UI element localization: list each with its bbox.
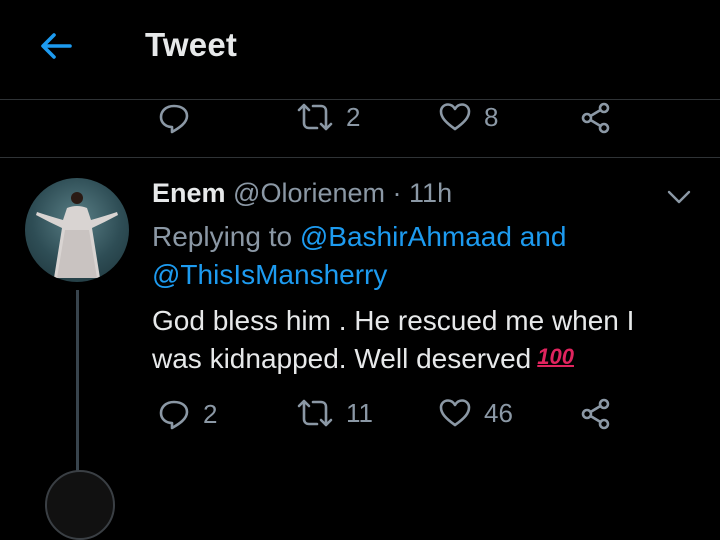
and-link[interactable]: and bbox=[520, 221, 567, 252]
display-name[interactable]: Enem bbox=[152, 178, 226, 208]
replying-to: Replying to @BashirAhmaad and @ThisIsMan… bbox=[152, 218, 692, 294]
page-title: Tweet bbox=[145, 26, 238, 63]
share-button[interactable] bbox=[579, 397, 613, 431]
tweet-text-line: God bless him . He rescued me when I bbox=[152, 305, 635, 336]
separator-dot: · bbox=[392, 178, 402, 208]
share-icon bbox=[581, 102, 610, 134]
retweet-button-top[interactable]: 2 bbox=[296, 101, 360, 133]
like-button[interactable]: 46 bbox=[438, 397, 513, 429]
thread-line bbox=[76, 290, 79, 471]
person-in-white-gown-image bbox=[36, 192, 118, 278]
tweet-text: God bless him . He rescued me when I was… bbox=[152, 302, 692, 380]
like-count: 8 bbox=[484, 101, 499, 132]
heart-icon bbox=[439, 103, 471, 131]
retweet-icon bbox=[297, 399, 333, 427]
replying-prefix: Replying to bbox=[152, 221, 293, 252]
retweet-count: 2 bbox=[346, 101, 361, 132]
user-handle[interactable]: @Olorienem bbox=[233, 178, 385, 208]
like-button-top[interactable]: 8 bbox=[438, 101, 498, 133]
reply-button-top[interactable] bbox=[157, 101, 191, 135]
reply-icon bbox=[159, 104, 189, 134]
back-arrow-icon[interactable] bbox=[36, 26, 76, 66]
hundred-points-emoji: 100 bbox=[537, 344, 574, 369]
header-divider bbox=[0, 99, 720, 100]
chevron-down-icon[interactable] bbox=[664, 186, 694, 208]
tweet-text-line: was kidnapped. Well deserved bbox=[152, 343, 532, 374]
reply-count: 2 bbox=[203, 398, 218, 429]
heart-icon bbox=[439, 399, 471, 427]
mention-link[interactable]: @ThisIsMansherry bbox=[152, 259, 387, 290]
share-button-top[interactable] bbox=[579, 101, 613, 135]
avatar[interactable] bbox=[25, 178, 129, 282]
retweet-button[interactable]: 11 bbox=[296, 397, 373, 429]
reply-icon bbox=[159, 400, 189, 430]
retweet-count: 11 bbox=[346, 397, 373, 428]
mention-link[interactable]: @BashirAhmaad bbox=[300, 221, 512, 252]
tweet-header: Enem @Olorienem · 11h bbox=[152, 178, 452, 209]
retweet-icon bbox=[297, 103, 333, 131]
like-count: 46 bbox=[484, 397, 513, 428]
timestamp: 11h bbox=[409, 178, 453, 208]
section-divider bbox=[0, 157, 720, 158]
reply-button[interactable]: 2 bbox=[157, 397, 217, 431]
top-bar: Tweet bbox=[0, 0, 720, 100]
share-icon bbox=[581, 398, 610, 430]
